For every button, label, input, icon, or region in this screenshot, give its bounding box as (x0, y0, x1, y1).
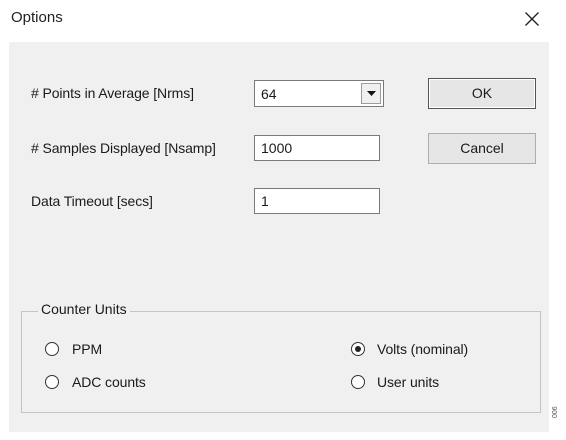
radio-user-units[interactable] (351, 375, 365, 389)
data-timeout-label: Data Timeout [secs] (31, 193, 153, 209)
close-icon (525, 12, 539, 26)
samples-displayed-input[interactable]: 1000 (254, 135, 380, 161)
radio-ppm[interactable] (45, 342, 59, 356)
chevron-down-icon (367, 91, 376, 96)
ok-button[interactable]: OK (428, 78, 536, 109)
close-button[interactable] (512, 2, 552, 36)
counter-units-title: Counter Units (38, 301, 130, 317)
radio-ppm-label: PPM (72, 341, 103, 357)
data-timeout-input[interactable]: 1 (254, 188, 380, 214)
title-bar: Options (0, 0, 566, 40)
counter-units-group (21, 311, 541, 413)
points-average-value: 64 (261, 86, 277, 102)
dropdown-arrow-button[interactable] (361, 83, 381, 104)
window-title: Options (11, 9, 63, 26)
samples-displayed-label: # Samples Displayed [Nsamp] (31, 140, 216, 156)
radio-volts-nominal[interactable] (351, 342, 365, 356)
cancel-button[interactable]: Cancel (428, 133, 536, 164)
points-average-label: # Points in Average [Nrms] (31, 85, 194, 101)
radio-user-units-label: User units (377, 374, 440, 390)
radio-adc-counts-label: ADC counts (72, 374, 146, 390)
radio-adc-counts[interactable] (45, 375, 59, 389)
radio-volts-nominal-label: Volts (nominal) (377, 341, 469, 357)
figure-number: 006 (552, 406, 559, 418)
points-average-dropdown[interactable]: 64 (254, 80, 384, 107)
